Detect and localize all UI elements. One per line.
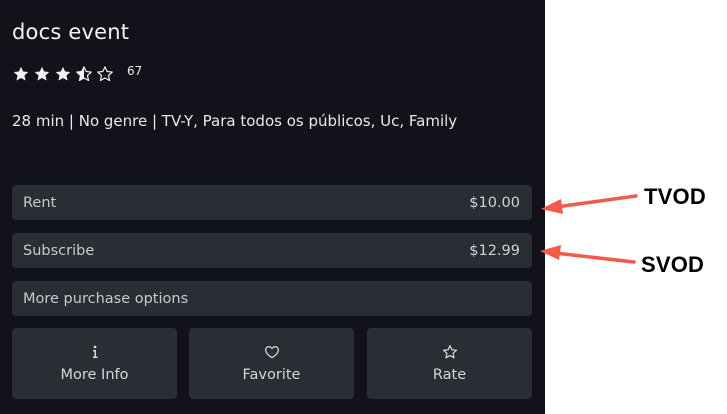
star-full-icon [13,66,29,81]
tvod-annotation-label: TVOD [644,184,706,209]
rent-button[interactable]: Rent $10.00 [12,185,532,220]
favorite-label: Favorite [242,367,301,383]
more-info-label: More Info [60,367,129,383]
star-outline-icon [442,344,458,360]
screenshot-canvas: docs event 67 28 min | No genre | TV-Y, … [0,0,727,414]
svod-arrow-icon [540,245,636,264]
favorite-button[interactable]: Favorite [189,328,354,399]
star-empty-icon [97,66,113,82]
info-icon [87,344,103,360]
more-purchase-options-button[interactable]: More purchase options [12,281,532,316]
rent-price: $10.00 [469,194,520,211]
more-info-button[interactable]: More Info [12,328,177,399]
rating-count: 67 [127,64,143,78]
content-title: docs event [12,20,130,44]
star-full-icon [34,66,50,81]
rating-stars[interactable]: 67 [12,64,143,83]
svod-annotation-label: SVOD [641,252,705,277]
star-full-icon [55,66,71,81]
subscribe-label: Subscribe [23,242,95,259]
subscribe-button[interactable]: Subscribe $12.99 [12,233,532,268]
heart-icon [264,344,280,360]
tvod-arrow-icon [541,194,638,214]
rent-label: Rent [23,194,57,211]
rate-label: Rate [432,367,467,383]
more-purchase-options-label: More purchase options [23,290,189,307]
content-details-panel: docs event 67 28 min | No genre | TV-Y, … [0,0,545,414]
star-half-icon [76,66,92,82]
rate-button[interactable]: Rate [367,328,532,399]
subscribe-price: $12.99 [469,242,520,259]
content-metadata: 28 min | No genre | TV-Y, Para todos os … [12,112,458,130]
